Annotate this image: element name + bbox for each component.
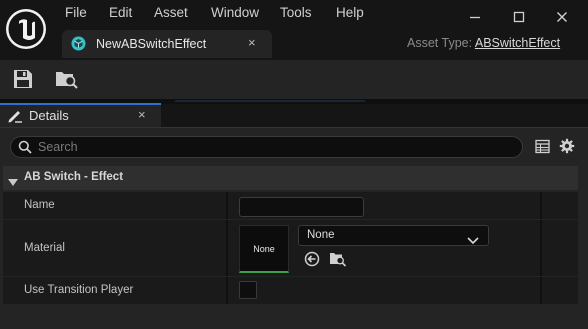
material-thumbnail-label: None (253, 243, 275, 254)
asset-type-info: Asset Type: ABSwitchEffect (407, 36, 560, 50)
close-window-button[interactable] (547, 6, 577, 28)
triangle-down-icon (8, 174, 18, 192)
gear-icon (559, 138, 575, 154)
asset-editor-tab[interactable]: NewABSwitchEffect × (62, 30, 272, 58)
name-input[interactable] (239, 197, 364, 217)
property-label-use-transition-player: Use Transition Player (24, 284, 134, 296)
property-row-use-transition-player: Use Transition Player (3, 277, 578, 304)
browse-in-content-browser-icon (330, 253, 347, 267)
menu-file[interactable]: File (65, 5, 87, 20)
details-tab[interactable]: Details × (0, 103, 161, 127)
maximize-icon (513, 11, 525, 23)
unreal-logo-icon[interactable] (4, 7, 48, 51)
browse-button[interactable] (55, 69, 79, 94)
menu-tools[interactable]: Tools (280, 5, 312, 20)
menu-help[interactable]: Help (336, 5, 364, 20)
chevron-down-icon (467, 232, 479, 250)
menu-edit[interactable]: Edit (109, 5, 132, 20)
column-divider (540, 192, 542, 219)
search-icon (18, 140, 32, 159)
tab-label: NewABSwitchEffect (96, 37, 207, 51)
details-tab-close-button[interactable]: × (138, 107, 146, 122)
property-label-material: Material (24, 242, 65, 254)
property-row-material: Material None None (3, 220, 578, 276)
material-thumbnail[interactable]: None (239, 225, 289, 273)
browse-material-button[interactable] (329, 251, 347, 272)
details-tab-label: Details (29, 108, 69, 123)
close-icon (557, 12, 567, 22)
table-view-icon (535, 139, 550, 154)
minimize-button[interactable] (460, 6, 490, 28)
title-bar: File Edit Asset Window Tools Help NewABS… (0, 0, 588, 60)
maximize-button[interactable] (504, 6, 534, 28)
menu-asset[interactable]: Asset (154, 5, 188, 20)
category-header[interactable]: AB Switch - Effect (3, 166, 578, 190)
property-label-name: Name (24, 199, 55, 211)
search-input[interactable] (38, 139, 508, 155)
use-transition-player-checkbox[interactable] (239, 281, 257, 299)
save-button[interactable] (12, 69, 34, 94)
browse-in-content-browser-icon (56, 72, 78, 89)
settings-button[interactable] (559, 138, 575, 159)
toolbar (0, 60, 588, 99)
use-selected-button[interactable] (304, 251, 320, 272)
minimize-icon (470, 16, 480, 19)
save-icon (14, 70, 32, 88)
use-selected-arrow-icon (304, 251, 320, 267)
menu-window[interactable]: Window (211, 5, 259, 20)
category-label: AB Switch - Effect (24, 171, 124, 183)
asset-type-link[interactable]: ABSwitchEffect (475, 36, 560, 50)
table-view-button[interactable] (535, 139, 550, 159)
column-divider (226, 277, 228, 304)
toolbar-separator-accent (175, 100, 365, 102)
asset-cube-icon (71, 36, 86, 56)
search-box[interactable] (10, 136, 523, 158)
asset-type-label: Asset Type: (407, 36, 475, 50)
tab-close-button[interactable]: × (248, 35, 256, 50)
property-row-name: Name (3, 192, 578, 219)
material-combo-value: None (307, 229, 335, 241)
details-pencil-icon (7, 108, 23, 128)
material-asset-combo[interactable]: None (298, 225, 489, 246)
column-divider (226, 220, 228, 276)
column-divider (226, 192, 228, 219)
column-divider (540, 220, 542, 276)
column-divider (540, 277, 542, 304)
